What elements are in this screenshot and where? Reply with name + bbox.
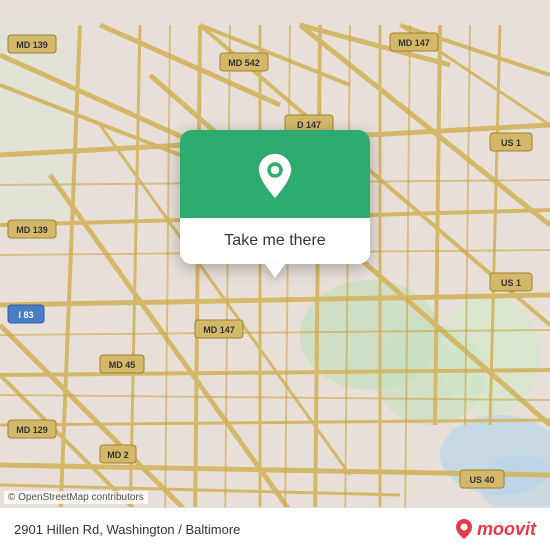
location-pin-icon	[251, 152, 299, 200]
svg-text:US 40: US 40	[469, 475, 494, 485]
svg-text:MD 139: MD 139	[16, 225, 48, 235]
popup-icon-area	[180, 130, 370, 218]
map-attribution: © OpenStreetMap contributors	[4, 491, 148, 504]
svg-text:D 147: D 147	[297, 120, 321, 130]
address-text: 2901 Hillen Rd, Washington / Baltimore	[14, 522, 240, 537]
svg-text:MD 45: MD 45	[109, 360, 136, 370]
svg-text:MD 139: MD 139	[16, 40, 48, 50]
svg-text:MD 147: MD 147	[398, 38, 430, 48]
moovit-wordmark: moovit	[477, 519, 536, 540]
popup-tail	[265, 264, 285, 278]
svg-text:I 83: I 83	[18, 310, 33, 320]
svg-text:MD 542: MD 542	[228, 58, 260, 68]
map-container: MD 139 MD 542 MD 147 D 147 US 1 MD 139 I…	[0, 0, 550, 550]
svg-text:MD 129: MD 129	[16, 425, 48, 435]
moovit-pin-icon	[455, 518, 473, 540]
take-me-there-button[interactable]: Take me there	[180, 218, 370, 264]
bottom-bar: 2901 Hillen Rd, Washington / Baltimore m…	[0, 507, 550, 550]
svg-text:US 1: US 1	[501, 138, 521, 148]
svg-text:MD 147: MD 147	[203, 325, 235, 335]
popup-card: Take me there	[180, 130, 370, 264]
svg-text:MD 2: MD 2	[107, 450, 129, 460]
moovit-logo: moovit	[455, 518, 536, 540]
svg-text:US 1: US 1	[501, 278, 521, 288]
